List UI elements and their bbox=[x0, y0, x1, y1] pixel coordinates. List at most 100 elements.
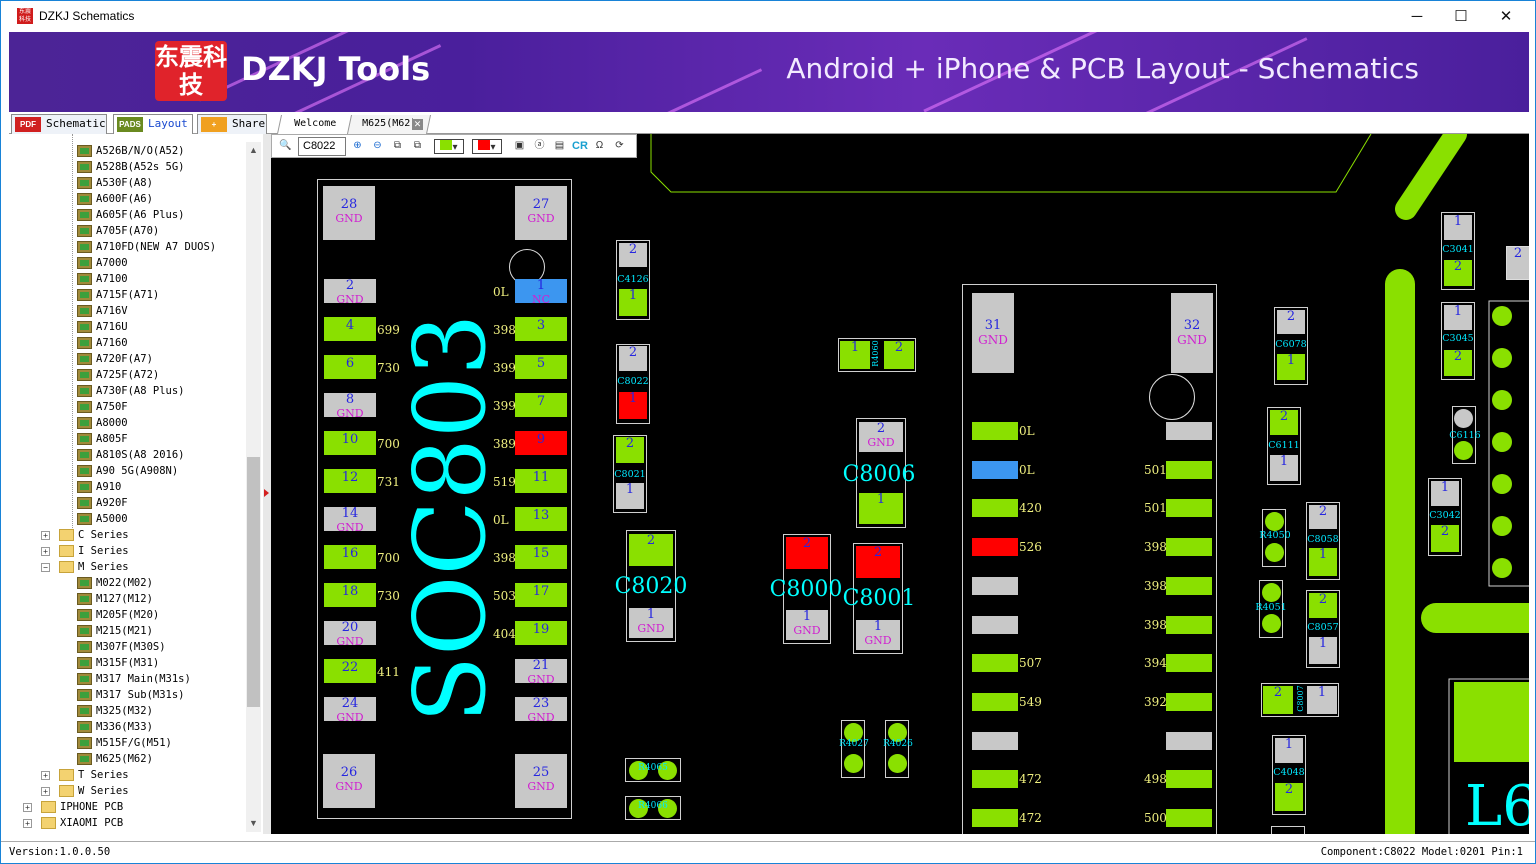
scroll-down-icon[interactable]: ▼ bbox=[246, 815, 261, 832]
soc-pin[interactable]: 10 bbox=[324, 431, 376, 455]
soc-pin[interactable]: 7 bbox=[515, 393, 567, 417]
ic-pin[interactable] bbox=[1166, 499, 1212, 518]
soc-pin[interactable]: 15 bbox=[515, 545, 567, 569]
scroll-up-icon[interactable]: ▲ bbox=[246, 142, 261, 159]
ic-pin[interactable] bbox=[972, 422, 1018, 440]
fit-view-icon[interactable]: ⧉ bbox=[390, 139, 405, 154]
soc-pin[interactable]: 23 GND bbox=[515, 697, 567, 724]
soc-pin[interactable]: 27 GND bbox=[515, 186, 567, 240]
soc-pin[interactable]: 11 bbox=[515, 469, 567, 493]
expand-icon[interactable]: + bbox=[23, 819, 32, 828]
soc-pin[interactable]: 5 bbox=[515, 355, 567, 379]
ic-pin[interactable] bbox=[972, 809, 1018, 827]
doc-tab-welcome[interactable]: Welcome bbox=[276, 115, 354, 134]
soc-pin[interactable]: 24 GND bbox=[324, 697, 376, 724]
soc-pin[interactable]: 25 GND bbox=[515, 754, 567, 808]
soc-pin[interactable]: 22 bbox=[324, 659, 376, 683]
ic-pin[interactable] bbox=[972, 499, 1018, 518]
pcb-file-icon bbox=[77, 577, 92, 589]
ic-pin[interactable] bbox=[1166, 615, 1212, 634]
soc-pin[interactable]: 9 bbox=[515, 431, 567, 455]
soc-pin[interactable]: 1 NC bbox=[515, 279, 567, 306]
ic-pin[interactable] bbox=[972, 692, 1018, 711]
soc-pin[interactable]: 3 bbox=[515, 317, 567, 341]
cr-icon[interactable]: CR bbox=[572, 139, 588, 154]
soc-pin[interactable]: 21 GND bbox=[515, 659, 567, 686]
ic-pin[interactable] bbox=[1166, 538, 1212, 557]
grid-icon[interactable]: ▤ bbox=[552, 139, 567, 154]
ic-pin[interactable] bbox=[1166, 770, 1212, 789]
ic-pin[interactable] bbox=[1166, 692, 1212, 711]
soc-pin[interactable]: 19 bbox=[515, 621, 567, 645]
ic-pin[interactable] bbox=[1166, 422, 1212, 440]
soc-pin[interactable]: 17 bbox=[515, 583, 567, 607]
ic-pin[interactable] bbox=[972, 538, 1018, 557]
component-search-input[interactable]: C8022 bbox=[298, 137, 346, 156]
soc-pin[interactable]: 26 GND bbox=[323, 754, 375, 808]
pin-value: 399 bbox=[493, 399, 516, 413]
soc-pin[interactable]: 4 bbox=[324, 317, 376, 341]
ic-pin[interactable] bbox=[1166, 654, 1212, 673]
pcb-file-icon bbox=[77, 337, 92, 349]
ic-pin[interactable] bbox=[972, 576, 1018, 595]
ic-pin[interactable] bbox=[972, 654, 1018, 673]
close-tab-icon[interactable]: ✕ bbox=[412, 119, 423, 130]
ic-pin[interactable] bbox=[1166, 576, 1212, 595]
soc-pin[interactable]: 6 bbox=[324, 355, 376, 379]
expand-icon[interactable]: + bbox=[41, 547, 50, 556]
soc-pin[interactable]: 12 bbox=[324, 469, 376, 493]
collapse-icon[interactable]: − bbox=[41, 563, 50, 572]
version-text: Version:1.0.0.50 bbox=[9, 846, 111, 858]
rotate-icon[interactable]: ⟳ bbox=[612, 139, 627, 154]
ic-pin[interactable] bbox=[972, 615, 1018, 634]
ic-pin[interactable] bbox=[972, 460, 1018, 479]
text-icon[interactable]: ⓐ bbox=[532, 139, 547, 154]
panel-splitter[interactable] bbox=[263, 134, 271, 834]
pin-value: 389 bbox=[493, 437, 516, 451]
soc-pin[interactable]: 20 GND bbox=[324, 621, 376, 648]
close-button[interactable]: ✕ bbox=[1483, 1, 1529, 32]
expand-icon[interactable]: + bbox=[41, 771, 50, 780]
pcb-file-icon bbox=[77, 417, 92, 429]
ic-pin[interactable] bbox=[1166, 809, 1212, 827]
soc-pin[interactable]: 8 GND bbox=[324, 393, 376, 420]
pin-value: 0L bbox=[1019, 462, 1035, 477]
soc-pin[interactable]: 14 GND bbox=[324, 507, 376, 534]
expand-icon[interactable]: + bbox=[41, 787, 50, 796]
ohm-icon[interactable]: Ω bbox=[592, 139, 607, 154]
pcb-file-icon bbox=[77, 433, 92, 445]
zoom-in-icon[interactable]: ⊕ bbox=[350, 139, 365, 154]
pcb-file-icon bbox=[77, 657, 92, 669]
primary-color-picker[interactable]: ▾ bbox=[434, 139, 464, 154]
copy-view-icon[interactable]: ⧉ bbox=[410, 139, 425, 154]
pcb-file-icon bbox=[77, 625, 92, 637]
ic-pin[interactable] bbox=[1166, 731, 1212, 750]
scroll-thumb[interactable] bbox=[247, 457, 260, 707]
expand-icon[interactable]: + bbox=[23, 803, 32, 812]
maximize-button[interactable]: ☐ bbox=[1438, 1, 1484, 32]
ic-pin[interactable] bbox=[972, 770, 1018, 789]
tree-scrollbar[interactable]: ▲ ▼ bbox=[246, 142, 261, 832]
soc-pin[interactable]: 2 GND bbox=[324, 279, 376, 306]
pin-value: 507 bbox=[1019, 656, 1042, 671]
soc-pin[interactable]: 28 GND bbox=[323, 186, 375, 240]
expand-icon[interactable]: + bbox=[41, 531, 50, 540]
minimize-button[interactable]: ─ bbox=[1394, 1, 1440, 32]
tab-layout[interactable]: PADS Layout bbox=[113, 114, 193, 134]
pdf-icon: PDF bbox=[15, 117, 41, 132]
collapse-arrow-icon[interactable] bbox=[264, 489, 269, 497]
layer-icon[interactable]: ▣ bbox=[512, 139, 527, 154]
soc-pin[interactable]: 18 bbox=[324, 583, 376, 607]
ic-pin[interactable] bbox=[1166, 460, 1212, 479]
pcb-file-icon bbox=[77, 513, 92, 525]
ic-pin[interactable] bbox=[972, 731, 1018, 750]
search-icon[interactable]: 🔍 bbox=[278, 139, 293, 154]
tab-schematic[interactable]: PDF Schematic bbox=[11, 114, 107, 134]
zoom-out-icon[interactable]: ⊖ bbox=[370, 139, 385, 154]
soc-pin[interactable]: 16 bbox=[324, 545, 376, 569]
pcb-canvas[interactable]: 🔍 C8022 ⊕ ⊖ ⧉ ⧉ ▾ ▾ ▣ ⓐ ▤ CR Ω ⟳ SOC803 … bbox=[271, 134, 1529, 834]
tab-share[interactable]: + Share bbox=[197, 114, 267, 134]
soc-pin[interactable]: 13 bbox=[515, 507, 567, 531]
pin-value: 404 bbox=[493, 627, 516, 641]
secondary-color-picker[interactable]: ▾ bbox=[472, 139, 502, 154]
